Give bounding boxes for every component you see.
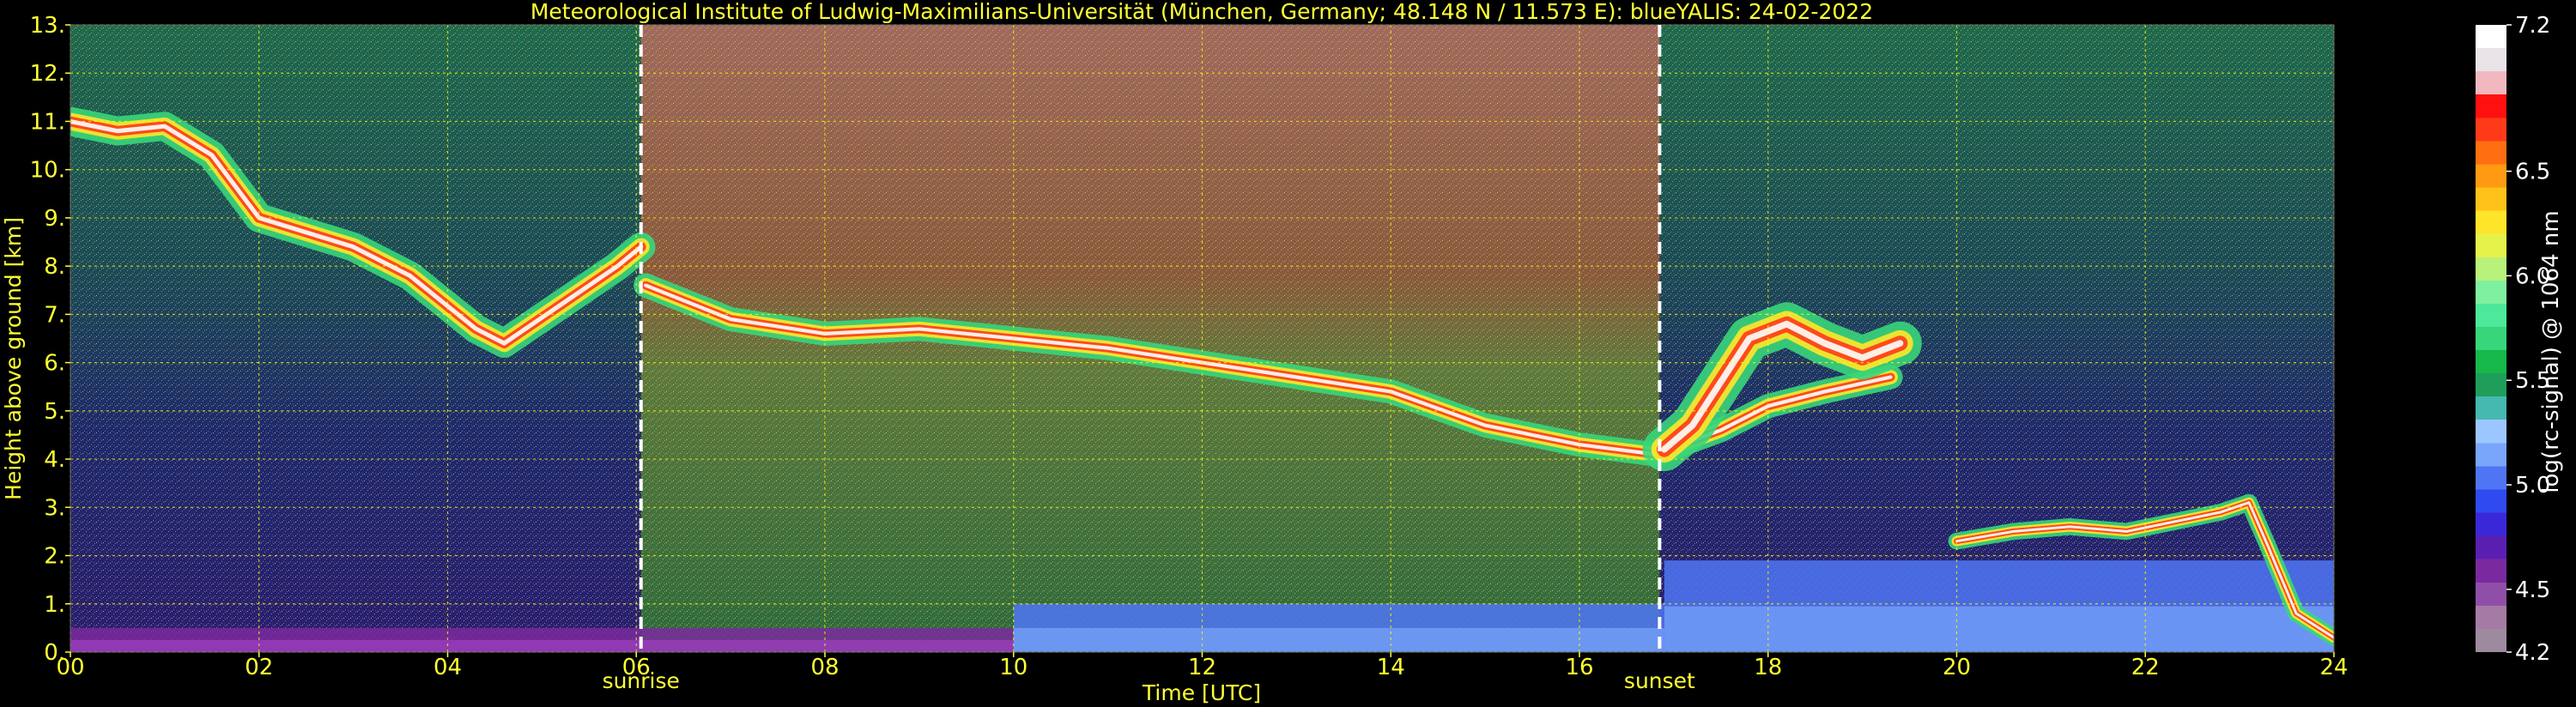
- colorbar-tick-label: 7.2: [2515, 13, 2550, 39]
- colorbar-tick-label: 4.2: [2515, 640, 2550, 666]
- y-tick-label: 10.: [30, 158, 65, 184]
- y-tick-label: 6.: [44, 351, 65, 377]
- y-axis-label: Height above ground [km]: [1, 217, 26, 500]
- y-tick-label: 9.: [44, 206, 65, 232]
- x-tick-label: 16: [1565, 655, 1593, 680]
- y-tick-label: 12.: [30, 61, 65, 87]
- boundary-layer-core: [1664, 606, 2334, 652]
- y-tick-label: 11.: [30, 109, 65, 135]
- colorbar-tick-label: 4.5: [2515, 577, 2550, 603]
- y-tick-label: 2.: [44, 544, 65, 570]
- boundary-layer-core: [70, 639, 1014, 652]
- x-tick-label: 06: [622, 655, 651, 680]
- x-tick-label: 18: [1754, 655, 1782, 680]
- x-tick-label: 22: [2131, 655, 2160, 680]
- x-axis-label: Time [UTC]: [1142, 680, 1261, 705]
- y-tick-label: 1.: [44, 592, 65, 618]
- sun-event-label: sunset: [1624, 668, 1695, 693]
- x-axis-ticks: 00 02 04 06 08 10 12 14 16 18 20 22 24: [56, 652, 2349, 680]
- x-tick-label: 20: [1943, 655, 1971, 680]
- y-tick-label: 3.: [44, 495, 65, 521]
- x-tick-label: 02: [245, 655, 273, 680]
- y-tick-label: 0.: [44, 640, 65, 666]
- y-tick-label: 13.: [30, 13, 65, 39]
- x-tick-label: 08: [810, 655, 839, 680]
- x-tick-label: 10: [999, 655, 1027, 680]
- colorbar-ramp: [2476, 25, 2506, 652]
- colorbar-tick-label: 6.5: [2515, 160, 2550, 185]
- x-tick-label: 24: [2319, 655, 2348, 680]
- y-axis-ticks: 0. 1. 2. 3. 4. 5. 6. 7. 8. 9. 10. 11. 12. 13.: [30, 13, 70, 666]
- x-tick-label: 04: [433, 655, 462, 680]
- x-tick-label: 14: [1377, 655, 1405, 680]
- x-tick-label: 12: [1188, 655, 1216, 680]
- y-tick-label: 7.: [44, 302, 65, 328]
- y-tick-label: 8.: [44, 254, 65, 280]
- lidar-quicklook-chart: Meteorological Institute of Ludwig-Maxim…: [1, 0, 2564, 705]
- y-tick-label: 4.: [44, 447, 65, 473]
- colorbar-label: log(rc-signal) @ 1064 nm: [2538, 210, 2564, 492]
- y-tick-label: 5.: [44, 399, 65, 425]
- chart-title: Meteorological Institute of Ludwig-Maxim…: [530, 0, 1873, 24]
- boundary-layer-core: [1013, 627, 1664, 652]
